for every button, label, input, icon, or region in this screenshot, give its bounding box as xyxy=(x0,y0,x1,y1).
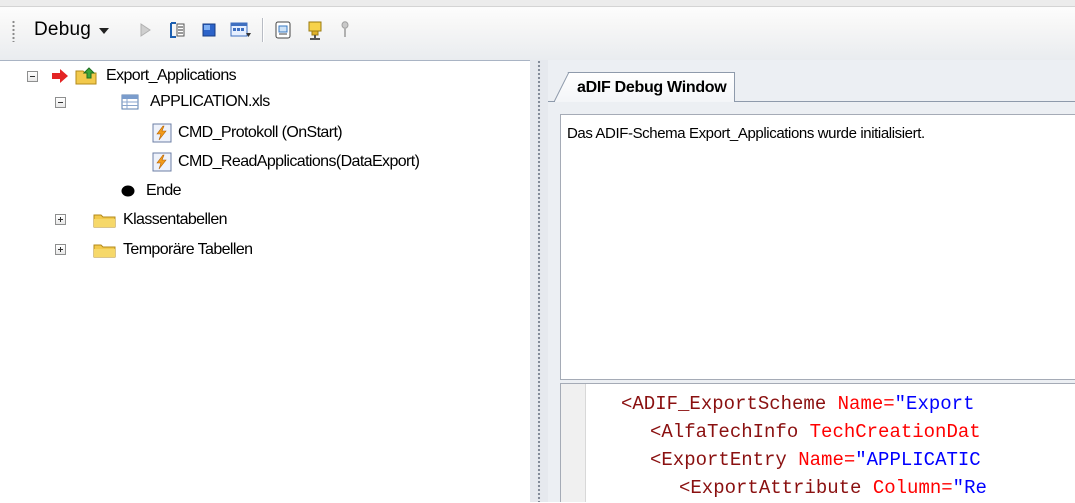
tree-node-cmd-protokoll[interactable]: CMD_Protokoll (OnStart) xyxy=(152,121,343,145)
toolbar-grip[interactable] xyxy=(12,20,15,42)
tree-expand-toggle[interactable] xyxy=(55,214,66,225)
xml-tag: <ADIF_ExportScheme xyxy=(621,393,827,415)
folder-icon xyxy=(93,214,116,228)
toolbar-separator xyxy=(262,18,263,42)
chevron-down-icon xyxy=(99,28,109,34)
tree-node-export-applications[interactable]: Export_Applications xyxy=(50,64,237,88)
folder-up-icon xyxy=(75,67,97,85)
lightning-cmd-icon xyxy=(152,123,172,143)
tree-node-cmd-readapplications[interactable]: CMD_ReadApplications(DataExport) xyxy=(152,150,420,174)
xml-value: "APPLICATIC xyxy=(855,449,981,471)
import-plug-icon xyxy=(308,21,322,40)
pin-icon xyxy=(341,21,349,37)
pane-splitter[interactable] xyxy=(530,60,548,502)
xml-tag: <ExportAttribute xyxy=(679,477,862,499)
tree-node-label: CMD_ReadApplications(DataExport) xyxy=(178,153,420,170)
splitter-grip[interactable] xyxy=(537,60,541,502)
xml-value: "Re xyxy=(952,477,987,499)
pin-button[interactable] xyxy=(333,18,357,42)
xml-value: "Export xyxy=(894,393,975,415)
xml-tag: <ExportEntry xyxy=(650,449,787,471)
folder-icon xyxy=(93,244,116,258)
stop-square-icon xyxy=(202,23,216,37)
table-icon xyxy=(121,94,139,110)
stop-button[interactable] xyxy=(197,18,221,42)
play-icon xyxy=(140,23,151,37)
tree-collapse-toggle[interactable] xyxy=(55,97,66,108)
script-button[interactable] xyxy=(271,18,295,42)
red-arrow-icon xyxy=(52,69,68,83)
black-dot-icon xyxy=(121,185,135,197)
tab-label: aDIF Debug Window xyxy=(577,78,727,96)
debug-dropdown[interactable]: Debug xyxy=(34,17,109,43)
tree-node-label: Export_Applications xyxy=(106,67,237,84)
toolbar: Debug xyxy=(0,0,1075,60)
windows-button[interactable] xyxy=(229,18,253,42)
tree-node-temporaere-tabellen[interactable]: Temporäre Tabellen xyxy=(93,238,253,262)
xml-line: <ADIF_ExportScheme Name="Export xyxy=(621,392,974,416)
debug-message: Das ADIF-Schema Export_Applications wurd… xyxy=(567,125,925,142)
xml-attr: TechCreationDat xyxy=(809,421,981,443)
run-button[interactable] xyxy=(133,18,157,42)
debug-dropdown-label: Debug xyxy=(34,19,91,40)
tab-slant-edge xyxy=(554,72,570,102)
xml-attr: Column= xyxy=(872,477,953,499)
tree-expand-toggle[interactable] xyxy=(55,244,66,255)
xml-attr: Name= xyxy=(798,449,856,471)
xml-viewer[interactable]: <ADIF_ExportScheme Name="Export <AlfaTec… xyxy=(560,383,1075,502)
step-list-button[interactable] xyxy=(165,18,189,42)
tree-collapse-toggle[interactable] xyxy=(27,71,38,82)
tree-node-label: Ende xyxy=(146,182,182,199)
script-page-icon xyxy=(275,21,291,39)
tab-adif-debug-window[interactable]: aDIF Debug Window xyxy=(554,72,736,102)
tree-node-application-xls[interactable]: APPLICATION.xls xyxy=(120,90,270,114)
tree-node-label: CMD_Protokoll (OnStart) xyxy=(178,124,343,141)
debug-message-area[interactable]: Das ADIF-Schema Export_Applications wurd… xyxy=(560,114,1075,380)
xml-line: <ExportEntry Name="APPLICATIC xyxy=(650,448,981,472)
xml-tag: <AlfaTechInfo xyxy=(650,421,799,443)
window-list-icon xyxy=(230,22,251,37)
step-list-icon xyxy=(170,22,185,38)
xml-line: <AlfaTechInfo TechCreationDat xyxy=(650,420,981,444)
tree-node-label: Temporäre Tabellen xyxy=(123,241,253,258)
tree-node-klassentabellen[interactable]: Klassentabellen xyxy=(93,208,228,232)
debug-window-pane: aDIF Debug Window Das ADIF-Schema Export… xyxy=(548,60,1075,502)
xml-attr: Name= xyxy=(837,393,895,415)
import-button[interactable] xyxy=(303,18,327,42)
toolbar-top-border xyxy=(0,0,1075,7)
xml-gutter xyxy=(561,384,586,502)
tree-node-ende[interactable]: Ende xyxy=(120,179,182,203)
schema-tree: Export_Applications APPLICATION.xls CMD_… xyxy=(0,60,530,503)
tree-node-label: APPLICATION.xls xyxy=(150,93,270,110)
xml-line: <ExportAttribute Column="Re xyxy=(679,476,987,500)
lightning-cmd-icon xyxy=(152,152,172,172)
tree-node-label: Klassentabellen xyxy=(123,211,228,228)
